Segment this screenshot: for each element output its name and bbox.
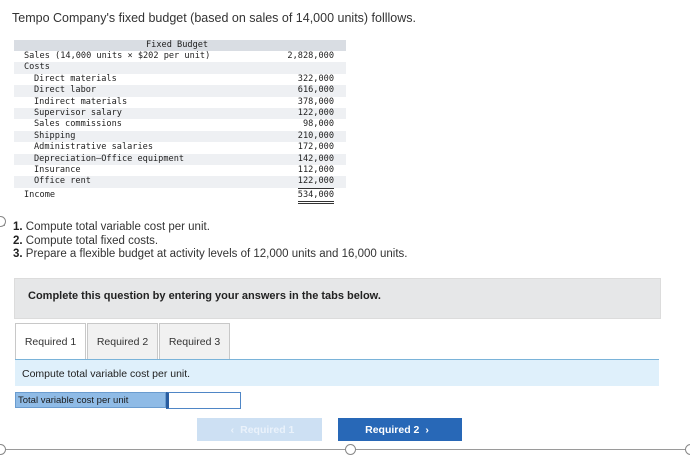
list-item: 2. Compute total fixed costs.: [13, 234, 159, 247]
cost-value: 172,000: [297, 142, 334, 153]
requirements-list: 1. Compute total variable cost per unit.…: [13, 221, 407, 262]
cost-value: 122,000: [297, 107, 334, 118]
cost-label: Indirect materials: [34, 96, 128, 107]
income-row: Income 534,000: [14, 189, 346, 205]
cost-label: Office rent: [34, 176, 91, 187]
question-prompt: Compute total variable cost per unit.: [15, 360, 659, 386]
table-row: Office rent 122,000: [14, 176, 346, 189]
costs-label: Costs: [24, 62, 50, 73]
cost-value: 616,000: [297, 85, 334, 96]
cost-label: Direct materials: [34, 73, 117, 84]
cost-value: 98,000: [302, 119, 334, 130]
tab-required-1[interactable]: Required 1: [15, 323, 86, 361]
divider-node: [0, 444, 6, 455]
cost-label: Insurance: [34, 164, 81, 175]
table-row: Insurance 112,000: [14, 165, 346, 176]
prompt-text: Compute total variable cost per unit.: [22, 368, 191, 380]
answer-label: Total variable cost per unit: [15, 392, 166, 408]
sales-label: Sales (14,000 units × $202 per unit): [24, 51, 211, 61]
next-required-button[interactable]: Required 2 ›: [338, 418, 462, 441]
cost-label: Depreciation—Office equipment: [34, 153, 185, 164]
chevron-right-icon: ›: [425, 423, 429, 436]
table-row: Indirect materials 378,000: [14, 97, 346, 108]
cost-label: Supervisor salary: [34, 107, 122, 118]
chevron-left-icon: ‹: [230, 423, 235, 436]
sales-row: Sales (14,000 units × $202 per unit) 2,8…: [14, 51, 346, 62]
cost-label: Administrative salaries: [34, 142, 153, 153]
instructions-text: Complete this question by entering your …: [28, 290, 381, 302]
table-row: Direct labor 616,000: [14, 85, 346, 97]
cost-label: Direct labor: [34, 85, 97, 96]
cost-value: 322,000: [297, 73, 334, 84]
cost-value: 210,000: [297, 130, 334, 141]
divider-node: [685, 444, 690, 455]
cost-label: Shipping: [34, 130, 76, 141]
table-row: Depreciation—Office equipment 142,000: [14, 153, 346, 165]
table-row: Administrative salaries 172,000: [14, 142, 346, 153]
cost-value: 112,000: [297, 164, 334, 175]
sales-value: 2,828,000: [287, 51, 334, 61]
income-value: 534,000: [297, 190, 334, 205]
tab-required-2[interactable]: Required 2: [87, 323, 158, 361]
table-row: Shipping 210,000: [14, 130, 346, 143]
instructions-banner: Complete this question by entering your …: [14, 278, 661, 319]
cost-value: 122,000: [297, 176, 334, 189]
prev-required-button[interactable]: ‹ Required 1: [197, 418, 322, 441]
budget-header: Fixed Budget: [14, 40, 346, 51]
table-row: Sales commissions 98,000: [14, 119, 346, 130]
list-item: 1. Compute total variable cost per unit.: [13, 221, 210, 233]
cost-value: 142,000: [297, 153, 334, 164]
table-row: Supervisor salary 122,000: [14, 107, 346, 120]
intro-text: Tempo Company's fixed budget (based on s…: [12, 11, 417, 25]
tab-required-3[interactable]: Required 3: [159, 323, 230, 361]
income-label: Income: [24, 189, 56, 200]
total-variable-cost-input[interactable]: [166, 392, 241, 409]
fixed-budget-table: Fixed Budget Sales (14,000 units × $202 …: [14, 40, 346, 205]
table-row: Direct materials 322,000: [14, 74, 346, 85]
list-item: 3. Prepare a flexible budget at activity…: [13, 248, 408, 260]
cost-value: 378,000: [297, 96, 334, 107]
cost-label: Sales commissions: [34, 119, 122, 130]
divider-node: [345, 444, 356, 455]
costs-heading-row: Costs: [14, 62, 346, 74]
divider-node: [0, 216, 6, 227]
